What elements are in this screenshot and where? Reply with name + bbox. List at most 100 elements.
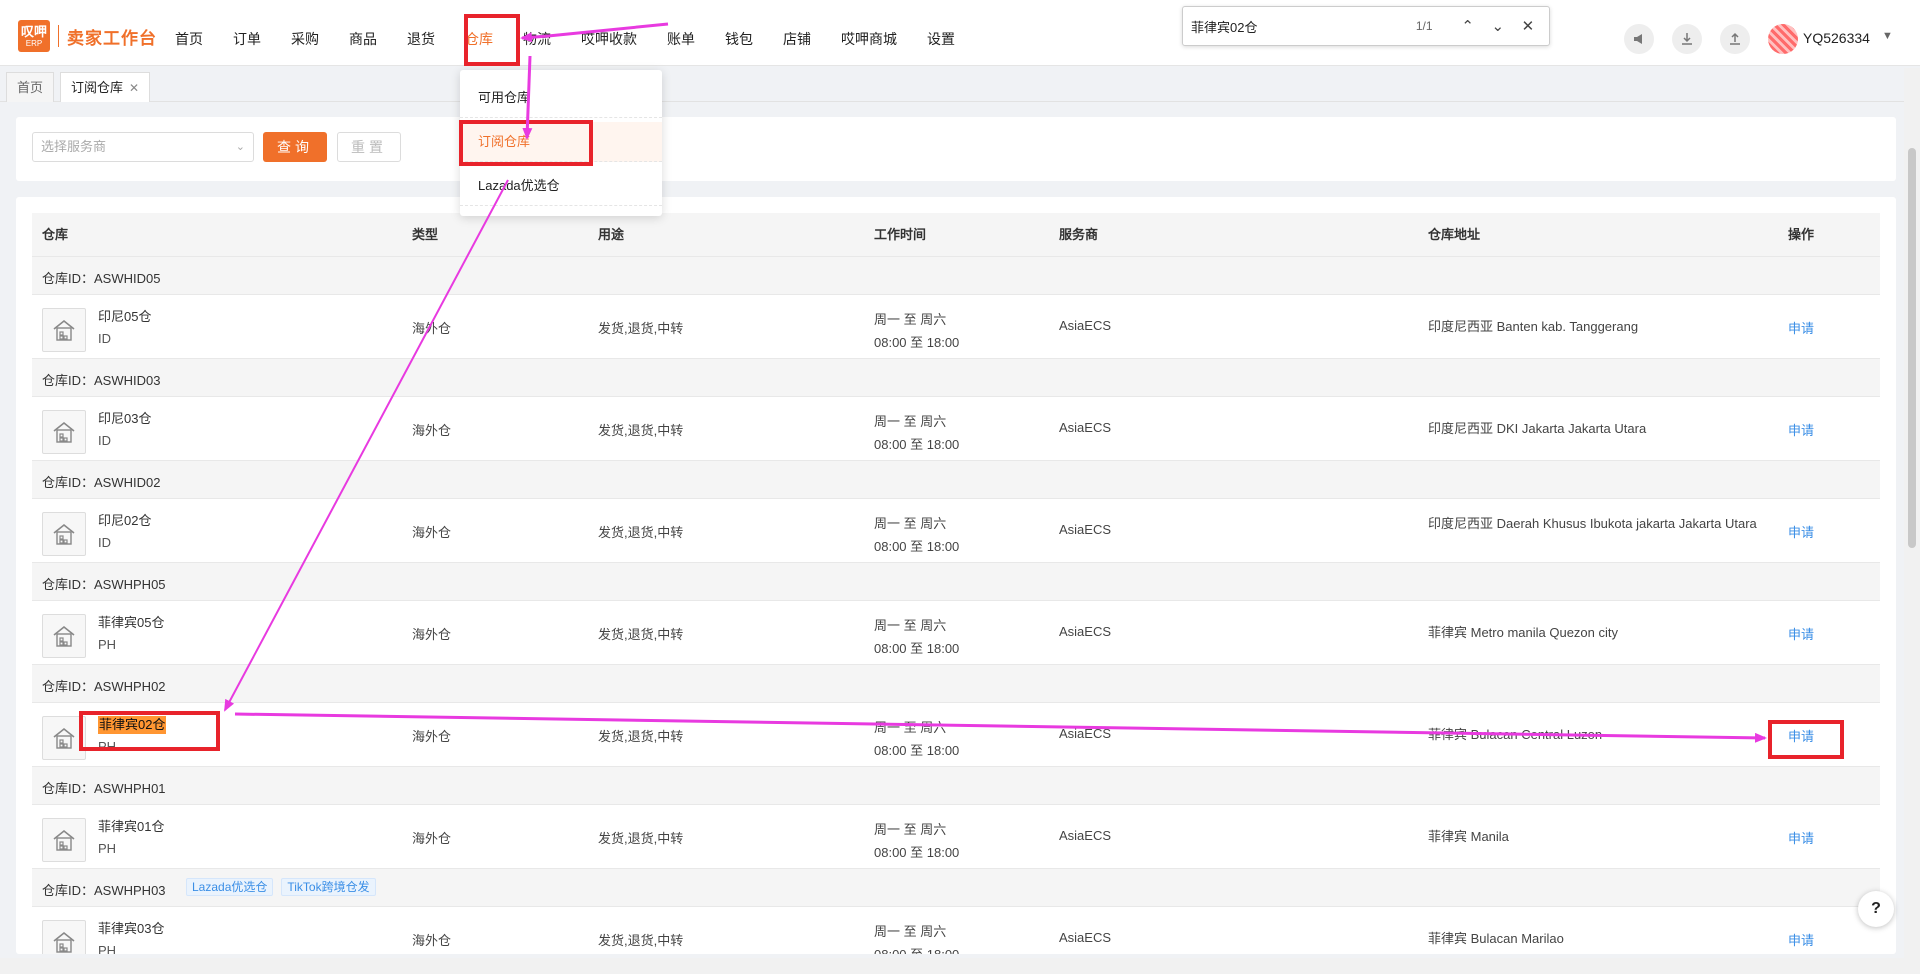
warehouse-name: 菲律宾05仓 <box>98 615 165 630</box>
tab-subscribed-warehouse[interactable]: 订阅仓库 ✕ <box>60 72 151 102</box>
table-row: 菲律宾03仓 PH 海外仓 发货,退货,中转 周一 至 周六 08:00 至 18:00 A… <box>32 907 1880 954</box>
nav-item-4[interactable]: 退货 <box>392 0 450 66</box>
chevron-down-icon[interactable]: ▼ <box>1882 30 1893 42</box>
help-button[interactable]: ? <box>1858 891 1894 927</box>
work-days: 周一 至 周六 <box>874 414 947 429</box>
scroll-thumb[interactable] <box>1908 148 1916 548</box>
col-address: 仓库地址 <box>1428 227 1481 242</box>
nav-item-0[interactable]: 首页 <box>160 0 218 66</box>
nav-item-10[interactable]: 店铺 <box>768 0 826 66</box>
col-type: 类型 <box>412 227 439 242</box>
work-time: 周一 至 周六 08:00 至 18:00 <box>874 308 959 354</box>
service-provider: AsiaECS <box>1059 318 1112 333</box>
apply-button[interactable]: 申请 <box>1788 522 1814 541</box>
dropdown-item-available-warehouse[interactable]: 可用仓库 <box>460 78 662 118</box>
warehouse-address: 菲律宾 Bulacan Marilao <box>1428 931 1564 946</box>
warehouse-id: 仓库ID：ASWHPH01 <box>42 781 166 796</box>
nav-item-3[interactable]: 商品 <box>334 0 392 66</box>
warehouse-address: 印度尼西亚 Daerah Khusus Ibukota jakarta Jaka… <box>1428 516 1757 531</box>
dropdown-item-subscribed-warehouse[interactable]: 订阅仓库 <box>460 122 662 162</box>
chevron-down-icon[interactable]: ⌄ <box>1485 12 1511 40</box>
warehouse-usage: 发货,退货,中转 <box>598 525 684 540</box>
nav-item-7[interactable]: 哎呷收款 <box>566 0 652 66</box>
warehouse-name: 印尼03仓 <box>98 411 152 426</box>
apply-button[interactable]: 申请 <box>1788 726 1814 745</box>
tab-home[interactable]: 首页 <box>6 72 55 102</box>
col-usage: 用途 <box>598 227 625 242</box>
warehouse-country: ID <box>98 433 111 448</box>
warehouse-usage: 发货,退货,中转 <box>598 321 684 336</box>
tabs-bar: 首页 订阅仓库 ✕ <box>0 68 1920 102</box>
warehouse-country: ID <box>98 331 111 346</box>
apply-button[interactable]: 申请 <box>1788 420 1814 439</box>
warehouse-type: 海外仓 <box>412 831 452 846</box>
warehouse-type: 海外仓 <box>412 933 452 948</box>
warehouse-icon <box>42 512 86 556</box>
work-hours: 08:00 至 18:00 <box>874 641 960 656</box>
warehouse-table: 仓库 类型 用途 工作时间 服务商 仓库地址 操作 仓库ID：ASWHID05 印… <box>32 213 1880 954</box>
service-provider: AsiaECS <box>1059 624 1112 639</box>
work-hours: 08:00 至 18:00 <box>874 743 960 758</box>
logo-title: 卖家工作台 <box>67 28 157 48</box>
work-time: 周一 至 周六 08:00 至 18:00 <box>874 512 959 558</box>
upload-icon[interactable] <box>1720 24 1750 54</box>
table-row: 菲律宾05仓 PH 海外仓 发货,退货,中转 周一 至 周六 08:00 至 18:00 A… <box>32 601 1880 665</box>
reset-button[interactable]: 重置 <box>337 132 401 162</box>
nav-item-2[interactable]: 采购 <box>276 0 334 66</box>
download-icon[interactable] <box>1672 24 1702 54</box>
apply-button[interactable]: 申请 <box>1788 828 1814 847</box>
warehouse-name: 菲律宾03仓 <box>98 921 165 936</box>
username[interactable]: YQ526334 <box>1803 30 1870 46</box>
warehouse-id: 仓库ID：ASWHID02 <box>42 475 161 490</box>
work-days: 周一 至 周六 <box>874 312 947 327</box>
nav-item-5[interactable]: 仓库 <box>450 0 508 66</box>
table-row: 印尼03仓 ID 海外仓 发货,退货,中转 周一 至 周六 08:00 至 18:00 As… <box>32 397 1880 461</box>
warehouse-type: 海外仓 <box>412 525 452 540</box>
warehouse-group: 仓库ID：ASWHID02 印尼02仓 ID 海外仓 发货,退货,中转 周一 至 周六 08… <box>32 461 1880 563</box>
warehouse-usage: 发货,退货,中转 <box>598 831 684 846</box>
megaphone-icon[interactable] <box>1624 24 1654 54</box>
nav-item-1[interactable]: 订单 <box>218 0 276 66</box>
group-header: 仓库ID：ASWHPH05 <box>32 563 1880 601</box>
table-panel: 仓库 类型 用途 工作时间 服务商 仓库地址 操作 仓库ID：ASWHID05 印… <box>16 197 1896 954</box>
main-menu: 首页 订单 采购 商品 退货 仓库 物流 哎呷收款 账单 钱包 店铺 哎呷商城 设置 <box>160 0 970 66</box>
close-icon[interactable]: ✕ <box>1515 12 1541 40</box>
scrollbar-horizontal[interactable] <box>0 958 1904 974</box>
avatar[interactable] <box>1768 24 1798 54</box>
warehouse-type: 海外仓 <box>412 321 452 336</box>
warehouse-address: 菲律宾 Metro manila Quezon city <box>1428 625 1619 640</box>
group-header: 仓库ID：ASWHPH03 Lazada优选仓 TikTok跨境仓发 <box>32 869 1880 907</box>
close-icon[interactable]: ✕ <box>129 81 139 95</box>
logo-icon: 叹呷 ERP <box>18 20 50 52</box>
group-header: 仓库ID：ASWHID02 <box>32 461 1880 499</box>
scrollbar-vertical[interactable] <box>1904 68 1920 974</box>
warehouse-group: 仓库ID：ASWHID05 印尼05仓 ID 海外仓 发货,退货,中转 周一 至 周六 08… <box>32 257 1880 359</box>
logo[interactable]: 叹呷 ERP 卖家工作台 <box>18 20 157 52</box>
warehouse-id: 仓库ID：ASWHPH02 <box>42 679 166 694</box>
nav-item-9[interactable]: 钱包 <box>710 0 768 66</box>
table-row: 印尼02仓 ID 海外仓 发货,退货,中转 周一 至 周六 08:00 至 18:00 As… <box>32 499 1880 563</box>
warehouse-group: 仓库ID：ASWHPH03 Lazada优选仓 TikTok跨境仓发 菲律宾03仓 PH… <box>32 869 1880 954</box>
nav-item-12[interactable]: 设置 <box>912 0 970 66</box>
apply-button[interactable]: 申请 <box>1788 624 1814 643</box>
nav-item-6[interactable]: 物流 <box>508 0 566 66</box>
warehouse-usage: 发货,退货,中转 <box>598 423 684 438</box>
service-provider-select[interactable]: 选择服务商 ⌄ <box>32 132 254 162</box>
query-button[interactable]: 查询 <box>263 132 327 162</box>
warehouse-type: 海外仓 <box>412 729 452 744</box>
work-hours: 08:00 至 18:00 <box>874 845 960 860</box>
warehouse-type: 海外仓 <box>412 627 452 642</box>
apply-button[interactable]: 申请 <box>1788 318 1814 337</box>
nav-item-8[interactable]: 账单 <box>652 0 710 66</box>
col-action: 操作 <box>1788 227 1815 242</box>
dropdown-item-lazada-warehouse[interactable]: Lazada优选仓 <box>460 166 662 206</box>
nav-item-11[interactable]: 哎呷商城 <box>826 0 912 66</box>
chevron-up-icon[interactable]: ⌃ <box>1455 12 1481 40</box>
service-provider: AsiaECS <box>1059 522 1112 537</box>
apply-button[interactable]: 申请 <box>1788 930 1814 949</box>
col-warehouse: 仓库 <box>42 227 69 242</box>
find-input[interactable] <box>1191 18 1378 34</box>
group-tags: Lazada优选仓 TikTok跨境仓发 <box>186 878 384 896</box>
table-row: 菲律宾01仓 PH 海外仓 发货,退货,中转 周一 至 周六 08:00 至 18:00 A… <box>32 805 1880 869</box>
work-days: 周一 至 周六 <box>874 924 947 939</box>
